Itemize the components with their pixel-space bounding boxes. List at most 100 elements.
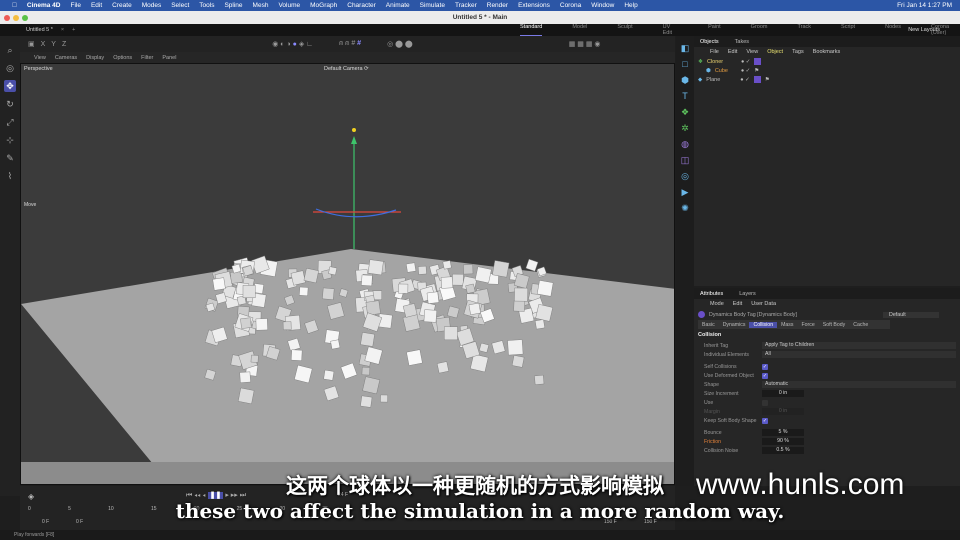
collision-noise-field[interactable]: 0.5 % <box>762 447 804 454</box>
dynamics-tag-icon[interactable] <box>754 58 762 65</box>
visibility-icon[interactable]: ● ✓ <box>740 77 749 83</box>
light-icon[interactable]: ✺ <box>679 202 691 214</box>
paint-icon[interactable]: ✎ <box>4 152 16 164</box>
subtab-mass[interactable]: Mass <box>777 322 797 328</box>
menu-help[interactable]: Help <box>624 2 637 9</box>
preset-dropdown[interactable]: Default <box>883 311 939 318</box>
brush-icon[interactable]: ⌇ <box>4 170 16 182</box>
bounce-field[interactable]: 5 % <box>762 429 804 436</box>
layout-sculpt[interactable]: Sculpt <box>617 24 632 36</box>
inherit-tag-dropdown[interactable]: Apply Tag to Children <box>762 342 956 349</box>
layout-model[interactable]: Model <box>572 24 587 36</box>
close-button[interactable] <box>4 15 10 21</box>
minimize-button[interactable] <box>13 15 19 21</box>
null-icon[interactable]: □ <box>679 58 691 70</box>
layout-paint[interactable]: Paint <box>708 24 721 36</box>
menu-window[interactable]: Window <box>591 2 614 9</box>
layout-standard[interactable]: Standard <box>520 24 543 36</box>
menu-render[interactable]: Render <box>487 2 508 9</box>
use-margin-checkbox[interactable] <box>762 399 768 406</box>
zoom-button[interactable] <box>22 15 28 21</box>
objects-menu-view[interactable]: View <box>746 49 758 55</box>
shape-dropdown[interactable]: Automatic <box>762 381 956 388</box>
app-menu[interactable]: Cinema 4D <box>27 2 61 9</box>
layout-groom[interactable]: Groom <box>751 24 768 36</box>
text-icon[interactable]: T <box>679 90 691 102</box>
layout-track[interactable]: Track <box>797 24 811 36</box>
document-tab[interactable]: Untitled 5 * <box>26 27 53 33</box>
subtab-dynamics[interactable]: Dynamics <box>719 322 750 328</box>
field-icon[interactable]: ◫ <box>679 154 691 166</box>
axis-z-button[interactable]: Z <box>62 41 66 48</box>
menu-extensions[interactable]: Extensions <box>518 2 550 9</box>
objects-menu-tags[interactable]: Tags <box>792 49 804 55</box>
tab-layers[interactable]: Layers <box>739 291 756 297</box>
subtab-soft-body[interactable]: Soft Body <box>819 322 850 328</box>
select-icon[interactable]: ◎ <box>4 62 16 74</box>
menu-spline[interactable]: Spline <box>224 2 242 9</box>
close-tab-icon[interactable]: × <box>61 27 64 33</box>
viewport-menu-display[interactable]: Display <box>86 55 104 61</box>
subtab-force[interactable]: Force <box>797 322 818 328</box>
individual-elements-dropdown[interactable]: All <box>762 351 956 358</box>
camera-icon[interactable]: ▶ <box>679 186 691 198</box>
viewport-menu-panel[interactable]: Panel <box>162 55 176 61</box>
cloner-icon[interactable]: ❖ <box>679 106 691 118</box>
visibility-icon[interactable]: ● ✓ <box>741 59 750 65</box>
subtab-basic[interactable]: Basic <box>698 322 719 328</box>
new-layouts-button[interactable]: New Layouts <box>908 27 940 33</box>
menu-animate[interactable]: Animate <box>386 2 410 9</box>
axis-x-button[interactable]: X <box>41 41 46 48</box>
objects-menu-bookmarks[interactable]: Bookmarks <box>813 49 841 55</box>
dynamics-tag-icon[interactable] <box>753 76 761 83</box>
layout-script[interactable]: Script <box>841 24 855 36</box>
self-collisions-checkbox[interactable]: ✓ <box>762 363 768 370</box>
render-settings-icons[interactable]: ▦ ▦ ▦ ◉ <box>569 40 601 48</box>
friction-field[interactable]: 90 % <box>762 438 804 445</box>
size-increment-field[interactable]: 0 in <box>762 390 804 397</box>
viewport-menu-view[interactable]: View <box>34 55 46 61</box>
attr-menu-edit[interactable]: Edit <box>733 301 742 307</box>
rotate-tool-icon[interactable]: ↻ <box>4 98 16 110</box>
use-deformed-checkbox[interactable]: ✓ <box>762 372 768 379</box>
visibility-icon[interactable]: ● ✓ <box>741 68 750 74</box>
menu-edit[interactable]: Edit <box>91 2 102 9</box>
object-row-cloner[interactable]: ❖ Cloner ● ✓ <box>694 57 960 66</box>
snap-icons[interactable]: ⍝ ⍝ # # <box>339 40 361 48</box>
menu-tracker[interactable]: Tracker <box>455 2 477 9</box>
tag-icon[interactable]: ⚑ <box>754 68 759 74</box>
attr-menu-user-data[interactable]: User Data <box>751 301 776 307</box>
viewport-menu-filter[interactable]: Filter <box>141 55 153 61</box>
mode-icons[interactable]: ◉ ◐ ◑ ● ◈ ∟ <box>272 40 313 48</box>
scale-tool-icon[interactable]: ⤢ <box>4 116 16 128</box>
menu-corona[interactable]: Corona <box>560 2 581 9</box>
menu-file[interactable]: File <box>70 2 80 9</box>
viewport-menu-cameras[interactable]: Cameras <box>55 55 77 61</box>
render-icons[interactable]: ◎ ⬤ ⬤ <box>387 40 413 48</box>
camera-label[interactable]: Default Camera ⟳ <box>324 66 369 72</box>
menu-simulate[interactable]: Simulate <box>420 2 445 9</box>
axis-y-button[interactable]: Y <box>51 41 56 48</box>
subtab-collision[interactable]: Collision <box>749 321 778 328</box>
layout-uv-edit[interactable]: UV Edit <box>663 24 679 36</box>
keep-soft-body-checkbox[interactable]: ✓ <box>762 417 768 424</box>
subtab-cache[interactable]: Cache <box>849 322 872 328</box>
cube-icon[interactable]: ⬢ <box>679 74 691 86</box>
objects-menu-object[interactable]: Object <box>767 49 783 55</box>
search-icon[interactable]: ⌕ <box>4 44 16 56</box>
menu-create[interactable]: Create <box>112 2 132 9</box>
objects-menu-edit[interactable]: Edit <box>728 49 737 55</box>
deformer-icon[interactable]: ◍ <box>679 138 691 150</box>
layout-nodes[interactable]: Nodes <box>885 24 901 36</box>
object-manager-icon[interactable]: ◧ <box>679 42 691 54</box>
move-tool-icon[interactable]: ✥ <box>4 80 16 92</box>
add-tab-icon[interactable]: + <box>72 27 75 33</box>
object-row-plane[interactable]: ◆ Plane ● ✓ ⚑ <box>694 75 960 84</box>
apple-icon[interactable]:  <box>12 2 17 9</box>
menu-mograph[interactable]: MoGraph <box>310 2 337 9</box>
snap-icon[interactable]: ⊹ <box>4 134 16 146</box>
margin-field[interactable]: 0 in <box>762 408 804 415</box>
object-row-cube[interactable]: ⬢ Cube ● ✓ ⚑ <box>694 66 960 75</box>
tag-icon[interactable]: ⚑ <box>765 77 770 83</box>
attr-menu-mode[interactable]: Mode <box>710 301 724 307</box>
